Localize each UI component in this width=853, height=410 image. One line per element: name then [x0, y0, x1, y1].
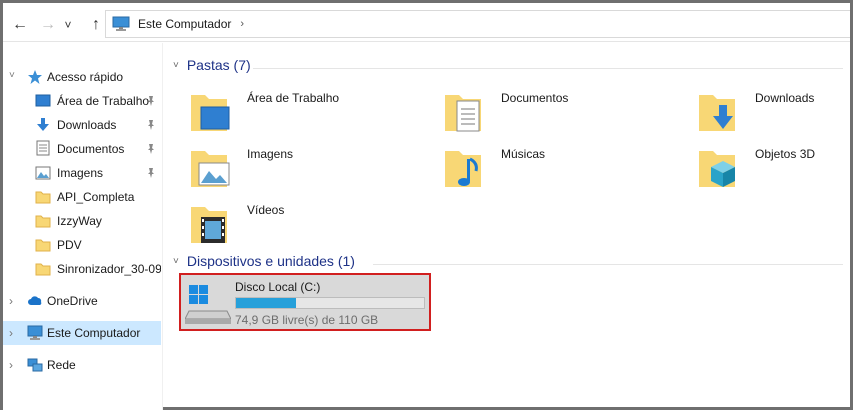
sidebar-item-label: PDV: [57, 238, 82, 252]
folder-label: Documentos: [501, 91, 569, 105]
address-field[interactable]: Este Computador ›: [105, 10, 853, 38]
explorer-window: ← → ˅ ↑ Este Computador › ˅ Acesso rápid…: [0, 0, 853, 410]
folder-tile-music[interactable]: Músicas: [433, 145, 673, 201]
documents-icon: [36, 140, 50, 156]
computer-icon: [112, 16, 130, 31]
sidebar-item-label: Sinronizador_30-09-: [57, 262, 161, 276]
sidebar-item-label: Imagens: [57, 166, 104, 180]
group-title: Dispositivos e unidades (1): [186, 253, 355, 269]
hard-drive-icon: [185, 285, 231, 324]
back-button[interactable]: ←: [7, 12, 33, 38]
folder-label: Área de Trabalho: [247, 91, 340, 105]
sidebar-item-label: Documentos: [57, 142, 125, 156]
sidebar-item-api-completa[interactable]: API_Completa: [3, 185, 161, 209]
group-title: Pastas (7): [186, 57, 251, 73]
expand-chevron-icon[interactable]: ›: [9, 326, 13, 340]
drive-free-space: 74,9 GB livre(s) de 110 GB: [235, 313, 379, 327]
sidebar-item-label: OneDrive: [47, 294, 98, 308]
videos-folder-icon: [191, 207, 227, 243]
pictures-folder-icon: [191, 151, 230, 187]
sidebar-item-label: Downloads: [57, 118, 117, 132]
sidebar-item-network[interactable]: › Rede: [3, 353, 161, 377]
folder-icon: [35, 239, 51, 252]
sidebar-item-label: Este Computador: [47, 326, 141, 340]
documents-folder-icon: [445, 95, 481, 132]
expand-chevron-icon[interactable]: ›: [9, 294, 13, 308]
sidebar-item-desktop[interactable]: Área de Trabalho: [3, 89, 161, 113]
group-divider: [253, 68, 843, 69]
folder-tile-videos[interactable]: Vídeos: [179, 201, 419, 257]
folder-tile-desktop[interactable]: Área de Trabalho: [179, 89, 419, 145]
sidebar-item-pdv[interactable]: PDV: [3, 233, 161, 257]
drive-usage-fill: [236, 298, 297, 308]
collapse-chevron-icon[interactable]: ˅: [173, 60, 179, 71]
folder-label: Músicas: [501, 147, 546, 161]
drive-usage-bar: [235, 297, 425, 309]
folder-label: Downloads: [755, 91, 815, 105]
expand-chevron-icon[interactable]: ›: [9, 358, 13, 372]
downloads-folder-icon: [699, 95, 735, 131]
computer-icon: [27, 325, 43, 340]
sidebar-item-label: Acesso rápido: [47, 70, 124, 84]
breadcrumb-chevron-icon[interactable]: ›: [240, 18, 244, 30]
3d-objects-folder-icon: [699, 151, 735, 187]
folder-icon: [35, 191, 51, 204]
desktop-folder-icon: [191, 95, 230, 131]
group-header-devices[interactable]: ˅ Dispositivos e unidades (1): [173, 253, 355, 269]
content-pane: ˅ Pastas (7) Área de Trabalho Documentos…: [165, 47, 853, 407]
folder-label: Vídeos: [247, 203, 285, 217]
folder-tile-3d-objects[interactable]: Objetos 3D: [687, 145, 853, 201]
network-icon: [27, 358, 43, 372]
sidebar-item-documents[interactable]: Documentos: [3, 137, 161, 161]
address-toolbar: ← → ˅ ↑ Este Computador ›: [3, 6, 853, 42]
expand-chevron-icon[interactable]: ˅: [9, 70, 15, 81]
sidebar-item-label: API_Completa: [57, 190, 135, 204]
star-icon: [28, 70, 42, 84]
sidebar-item-downloads[interactable]: Downloads: [3, 113, 161, 137]
sidebar-item-quick-access[interactable]: ˅ Acesso rápido: [3, 65, 161, 89]
pictures-icon: [35, 166, 51, 180]
folder-tile-documents[interactable]: Documentos: [433, 89, 673, 145]
sidebar-item-label: IzzyWay: [57, 214, 102, 228]
group-header-folders[interactable]: ˅ Pastas (7): [173, 57, 251, 73]
drive-tile-local-disk-c[interactable]: Disco Local (C:) 74,9 GB livre(s) de 110…: [179, 273, 431, 331]
download-icon: [37, 118, 49, 131]
sidebar-item-sinronizador[interactable]: Sinronizador_30-09-: [3, 257, 161, 281]
folder-icon: [35, 263, 51, 276]
folder-label: Imagens: [247, 147, 294, 161]
desktop-icon: [35, 94, 51, 107]
drive-name: Disco Local (C:): [235, 280, 321, 294]
folder-tile-downloads[interactable]: Downloads: [687, 89, 853, 145]
sidebar-item-label: Área de Trabalho: [57, 94, 150, 108]
pin-icon[interactable]: [145, 119, 157, 131]
pin-icon[interactable]: [145, 143, 157, 155]
folder-label: Objetos 3D: [755, 147, 816, 161]
sidebar-item-this-pc[interactable]: › Este Computador: [3, 321, 161, 345]
pin-icon[interactable]: [145, 95, 157, 107]
folder-tile-pictures[interactable]: Imagens: [179, 145, 419, 201]
group-divider: [373, 264, 843, 265]
recent-locations-button[interactable]: ˅: [59, 12, 77, 38]
collapse-chevron-icon[interactable]: ˅: [173, 256, 179, 267]
sidebar-item-onedrive[interactable]: › OneDrive: [3, 289, 161, 313]
sidebar-item-label: Rede: [47, 358, 76, 372]
cloud-icon: [28, 296, 42, 305]
music-folder-icon: [445, 151, 481, 187]
navigation-pane: ˅ Acesso rápido Área de Trabalho Downloa…: [3, 43, 163, 410]
sidebar-item-izzyway[interactable]: IzzyWay: [3, 209, 161, 233]
folder-icon: [35, 215, 51, 228]
pin-icon[interactable]: [145, 167, 157, 179]
forward-button[interactable]: →: [35, 12, 61, 38]
sidebar-item-pictures[interactable]: Imagens: [3, 161, 161, 185]
location-text: Este Computador: [138, 17, 232, 31]
